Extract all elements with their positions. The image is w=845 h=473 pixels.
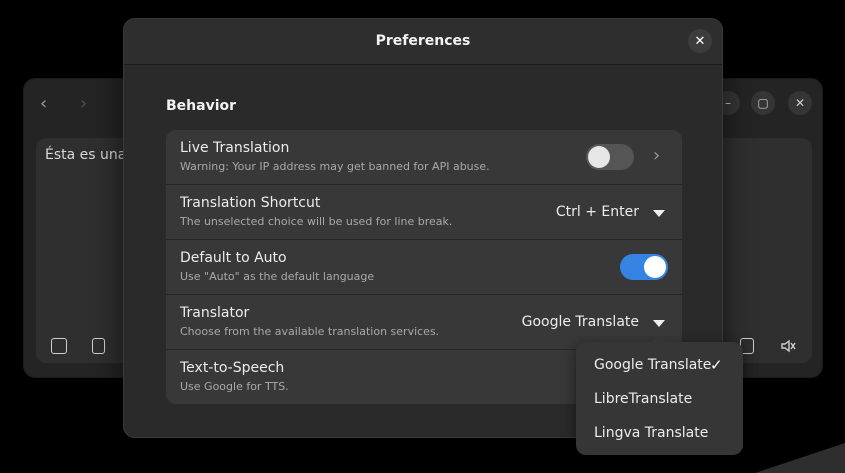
row-title: Text-to-Speech — [180, 360, 285, 376]
source-text[interactable]: Ésta es una — [45, 147, 126, 163]
mute-icon[interactable] — [780, 338, 796, 354]
shortcut-value[interactable]: Ctrl + Enter — [556, 204, 639, 220]
row-title: Live Translation — [180, 140, 290, 156]
dialog-header: Preferences ✕ — [124, 19, 722, 65]
clear-icon[interactable] — [51, 338, 67, 354]
translator-value[interactable]: Google Translate — [522, 314, 639, 330]
paste-icon[interactable] — [92, 338, 105, 354]
chevron-right-icon[interactable]: › — [653, 145, 660, 166]
row-subtitle: Warning: Your IP address may get banned … — [180, 160, 490, 173]
dialog-title: Preferences — [375, 33, 471, 49]
live-translation-switch[interactable] — [586, 144, 634, 170]
close-icon: ✕ — [694, 33, 706, 49]
row-title: Default to Auto — [180, 250, 287, 266]
checkmark-icon: ✓ — [710, 356, 723, 374]
maximize-icon: ▢ — [757, 96, 769, 110]
back-chevron-icon[interactable]: ‹ — [40, 93, 47, 114]
desktop-corner-shape — [755, 443, 845, 473]
window-close-button[interactable]: ✕ — [788, 91, 812, 115]
option-google-translate[interactable]: Google Translate — [594, 357, 711, 373]
maximize-button[interactable]: ▢ — [751, 91, 775, 115]
option-lingva-translate[interactable]: Lingva Translate — [594, 425, 708, 441]
row-subtitle: The unselected choice will be used for l… — [180, 215, 453, 228]
translator-popover: Google Translate ✓ LibreTranslate Lingva… — [576, 335, 743, 455]
row-default-to-auto[interactable]: Default to Auto Use "Auto" as the defaul… — [166, 240, 682, 295]
row-translation-shortcut[interactable]: Translation Shortcut The unselected choi… — [166, 185, 682, 240]
row-title: Translator — [180, 305, 250, 321]
switch-knob — [644, 256, 666, 278]
row-subtitle: Use "Auto" as the default language — [180, 270, 375, 283]
dialog-close-button[interactable]: ✕ — [688, 29, 712, 53]
forward-chevron-icon[interactable]: › — [80, 93, 87, 114]
switch-knob — [588, 146, 610, 168]
option-libretranslate[interactable]: LibreTranslate — [594, 391, 692, 407]
dropdown-arrow-icon[interactable] — [653, 320, 665, 327]
row-title: Translation Shortcut — [180, 195, 321, 211]
row-subtitle: Use Google for TTS. — [180, 380, 289, 393]
minimize-icon: – — [725, 96, 731, 110]
row-subtitle: Choose from the available translation se… — [180, 325, 440, 338]
dropdown-arrow-icon[interactable] — [653, 210, 665, 217]
desktop: ‹ › – ▢ ✕ Ésta es una Preferences ✕ Beha… — [0, 0, 845, 473]
default-to-auto-switch[interactable] — [620, 254, 668, 280]
section-title-behavior: Behavior — [166, 98, 237, 114]
window-close-icon: ✕ — [794, 96, 806, 110]
row-live-translation[interactable]: Live Translation Warning: Your IP addres… — [166, 130, 682, 185]
